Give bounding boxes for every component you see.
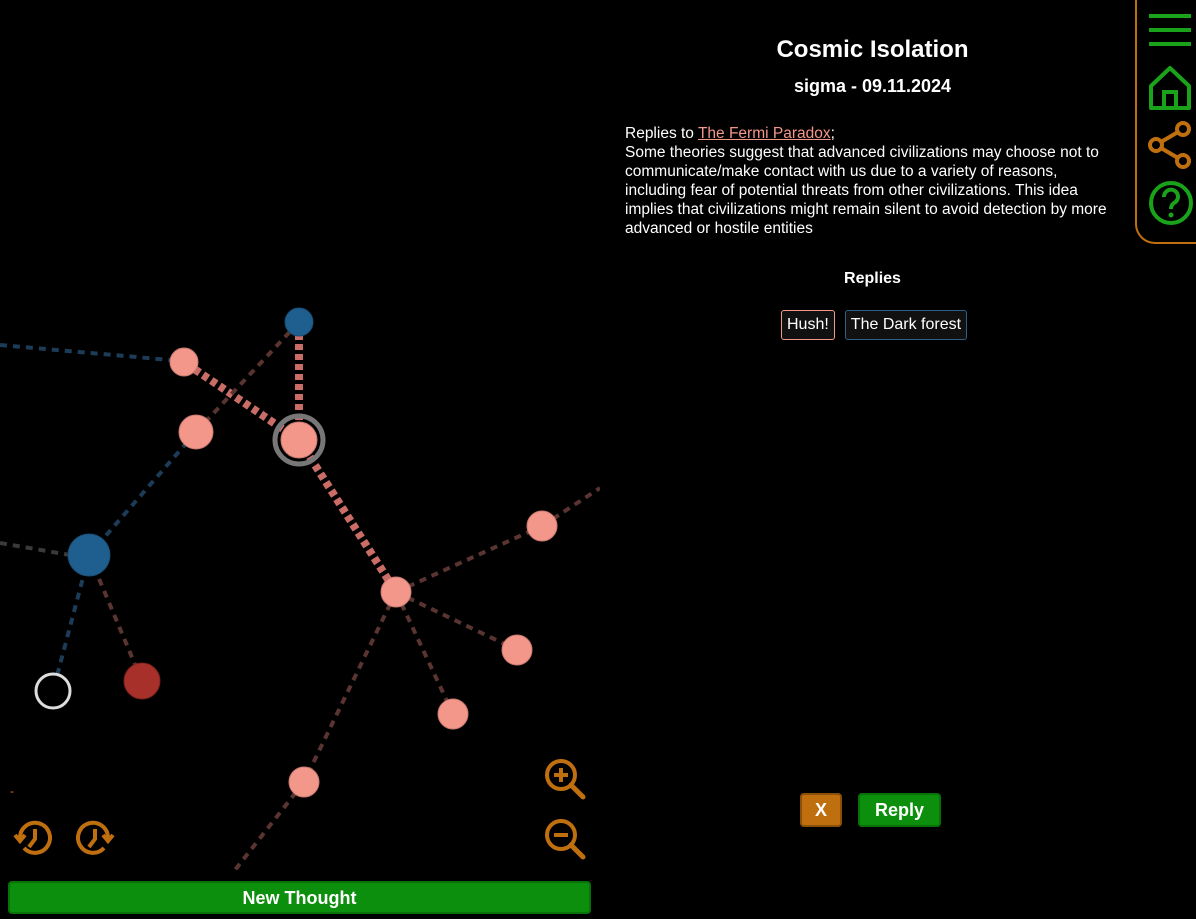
new-thought-button[interactable]: New Thought bbox=[8, 881, 591, 914]
replies-to-suffix: ; bbox=[830, 125, 835, 142]
graph-node[interactable] bbox=[437, 698, 469, 730]
menu-button[interactable] bbox=[1147, 12, 1193, 48]
graph-edge bbox=[0, 541, 71, 557]
thought-graph[interactable] bbox=[0, 0, 600, 870]
thought-title: Cosmic Isolation bbox=[776, 36, 969, 63]
graph-node[interactable] bbox=[288, 766, 320, 798]
graph-edge bbox=[233, 780, 306, 870]
graph-node[interactable] bbox=[526, 510, 558, 542]
history-back-icon bbox=[13, 820, 52, 855]
help-button[interactable] bbox=[1147, 179, 1195, 227]
zoom-in-button[interactable] bbox=[543, 757, 587, 801]
replies-to-prefix: Replies to bbox=[625, 125, 698, 142]
graph-edge bbox=[295, 437, 400, 595]
graph-edge bbox=[87, 430, 198, 557]
replies-heading: Replies bbox=[844, 270, 901, 287]
home-icon bbox=[1149, 66, 1191, 110]
menu-icon bbox=[1149, 14, 1191, 46]
parent-thought-link[interactable]: The Fermi Paradox bbox=[698, 125, 831, 142]
graph-node[interactable] bbox=[34, 672, 72, 710]
side-nav bbox=[1135, 0, 1196, 244]
graph-node-current[interactable] bbox=[280, 421, 318, 459]
thought-detail-panel: Cosmic Isolation sigma - 09.11.2024 Repl… bbox=[610, 0, 1135, 919]
graph-edge bbox=[194, 320, 301, 434]
home-button[interactable] bbox=[1147, 64, 1193, 112]
zoom-in-icon bbox=[545, 759, 586, 800]
graph-edge bbox=[395, 524, 543, 594]
thought-body: Replies to The Fermi Paradox; Some theor… bbox=[625, 124, 1120, 238]
share-icon bbox=[1148, 121, 1191, 169]
zoom-out-icon bbox=[545, 819, 586, 860]
graph-node[interactable] bbox=[123, 662, 161, 700]
thought-body-text: Some theories suggest that advanced civi… bbox=[625, 144, 1107, 237]
reply-list: Hush! The Dark forest bbox=[781, 310, 968, 340]
close-button[interactable]: X bbox=[800, 793, 842, 827]
zoom-out-button[interactable] bbox=[543, 817, 587, 861]
graph-marker: - bbox=[10, 784, 14, 798]
reply-chip[interactable]: The Dark forest bbox=[844, 310, 968, 340]
reply-button[interactable]: Reply bbox=[858, 793, 941, 827]
graph-node[interactable] bbox=[380, 576, 412, 608]
help-icon bbox=[1149, 181, 1193, 225]
history-forward-button[interactable] bbox=[72, 815, 116, 861]
graph-edge bbox=[0, 343, 171, 362]
history-back-button[interactable] bbox=[12, 815, 56, 861]
graph-node[interactable] bbox=[169, 347, 199, 377]
graph-node[interactable] bbox=[501, 634, 533, 666]
graph-edge bbox=[302, 591, 398, 783]
graph-node[interactable] bbox=[284, 307, 314, 337]
history-forward-icon bbox=[76, 820, 115, 855]
graph-node[interactable] bbox=[67, 533, 111, 577]
graph-node[interactable] bbox=[178, 414, 214, 450]
share-button[interactable] bbox=[1147, 120, 1193, 170]
thought-author-date: sigma - 09.11.2024 bbox=[793, 76, 952, 96]
graph-edge bbox=[394, 591, 455, 715]
reply-chip[interactable]: Hush! bbox=[781, 310, 835, 340]
graph-edge bbox=[395, 590, 518, 652]
